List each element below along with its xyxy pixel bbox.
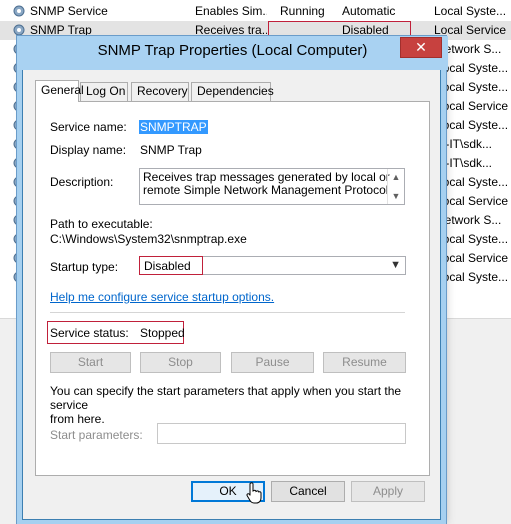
description-label: Description: xyxy=(50,175,114,189)
scroll-up-icon[interactable]: ▲ xyxy=(391,172,401,182)
tab-log-on[interactable]: Log On xyxy=(80,82,128,101)
description-scrollbar[interactable]: ▲ ▼ xyxy=(387,169,404,204)
service-logon: Local Syste... xyxy=(436,232,509,246)
service-description: Enables Sim... xyxy=(195,4,267,18)
properties-dialog: SNMP Trap Properties (Local Computer) ✕ … xyxy=(17,36,448,520)
service-logon: Local Syste... xyxy=(436,118,509,132)
service-startup: Disabled xyxy=(342,23,389,37)
service-logon: Local Service xyxy=(436,251,509,265)
service-name-value[interactable]: SNMPTRAP xyxy=(139,120,208,134)
help-link[interactable]: Help me configure service startup option… xyxy=(50,290,274,304)
service-row-snmp-service[interactable]: SNMP Service Enables Sim... Running Auto… xyxy=(0,2,511,21)
start-button[interactable]: Start xyxy=(50,352,131,373)
display-name-label: Display name: xyxy=(50,143,127,157)
service-name: SNMP Trap xyxy=(30,23,92,37)
service-logon: O-IT\sdk... xyxy=(436,156,493,170)
startup-type-label: Startup type: xyxy=(50,260,119,274)
startup-type-value[interactable]: Disabled xyxy=(139,256,203,275)
description-box[interactable]: Receives trap messages generated by loca… xyxy=(139,168,405,205)
chevron-down-icon: ▼ xyxy=(390,259,401,271)
service-logon: Local Service xyxy=(436,99,509,113)
service-logon: Network S... xyxy=(436,213,502,227)
path-label: Path to executable: xyxy=(50,217,153,231)
service-logon: Local Syste... xyxy=(434,4,507,18)
tab-general[interactable]: General xyxy=(35,80,84,102)
apply-button[interactable]: Apply xyxy=(351,481,425,502)
start-params-help: You can specify the start parameters tha… xyxy=(50,384,405,426)
service-logon: Local Syste... xyxy=(436,175,509,189)
service-startup: Automatic xyxy=(342,4,396,18)
resume-button[interactable]: Resume xyxy=(323,352,406,373)
service-logon: Local Service xyxy=(436,194,509,208)
start-params-help-line-1: You can specify the start parameters tha… xyxy=(50,384,402,412)
general-tab-panel: Service name: SNMPTRAP Display name: SNM… xyxy=(35,101,430,476)
mouse-cursor-icon xyxy=(246,482,262,504)
scroll-down-icon[interactable]: ▼ xyxy=(391,191,401,201)
service-logon: O-IT\sdk... xyxy=(436,137,493,151)
service-status: Running xyxy=(280,4,325,18)
dialog-title: SNMP Trap Properties (Local Computer) xyxy=(97,42,368,59)
pause-button[interactable]: Pause xyxy=(231,352,314,373)
description-line-2: remote Simple Network Management Protoco… xyxy=(143,183,389,197)
start-params-label: Start parameters: xyxy=(50,428,143,442)
tab-recovery[interactable]: Recovery xyxy=(131,82,189,101)
path-value: C:\Windows\System32\snmptrap.exe xyxy=(50,232,247,246)
cancel-button[interactable]: Cancel xyxy=(271,481,345,502)
close-button[interactable]: ✕ xyxy=(400,37,442,58)
service-status-value: Stopped xyxy=(140,326,185,340)
service-name: SNMP Service xyxy=(30,4,108,18)
service-description: Receives tra... xyxy=(195,23,267,37)
display-name-value[interactable]: SNMP Trap xyxy=(140,143,202,157)
service-logon: Local Syste... xyxy=(436,270,509,284)
stop-button[interactable]: Stop xyxy=(140,352,221,373)
service-status-label: Service status: xyxy=(50,326,129,340)
title-bar[interactable]: SNMP Trap Properties (Local Computer) ✕ xyxy=(17,36,448,70)
tab-dependencies[interactable]: Dependencies xyxy=(191,82,274,101)
start-params-input[interactable] xyxy=(157,423,406,444)
service-name-label: Service name: xyxy=(50,120,127,134)
divider xyxy=(50,312,405,313)
gear-icon xyxy=(13,5,25,17)
service-logon: Local Syste... xyxy=(436,80,509,94)
gear-icon xyxy=(13,24,25,36)
service-logon: Local Service xyxy=(434,23,507,37)
